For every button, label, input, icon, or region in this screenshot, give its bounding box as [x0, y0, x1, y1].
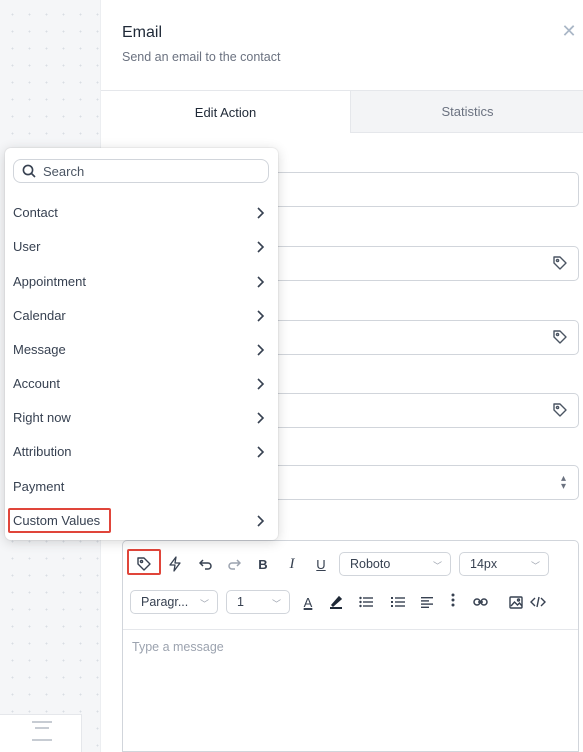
menu-item-right-now[interactable]: Right now: [5, 403, 278, 433]
font-size-value: 14px: [470, 557, 498, 571]
editor-toolbar-row-2: Paragr... ﹀ 1 ﹀ A: [123, 589, 578, 619]
chevron-right-icon: [257, 310, 265, 322]
text-color-button[interactable]: A: [298, 591, 318, 613]
tag-icon[interactable]: [552, 402, 568, 418]
chevron-down-icon: ﹀: [432, 561, 442, 571]
highlight-pen-icon[interactable]: [326, 591, 346, 613]
menu-item-user[interactable]: User: [5, 232, 278, 262]
menu-item-appointment[interactable]: Appointment: [5, 267, 278, 297]
bold-button[interactable]: B: [253, 553, 273, 575]
menu-item-attribution[interactable]: Attribution: [5, 437, 278, 467]
chevron-right-icon: [257, 515, 265, 527]
chevron-up-down-icon: ▴ ▾: [560, 473, 566, 492]
chevron-right-icon: [257, 241, 265, 253]
lightning-icon[interactable]: [165, 553, 185, 575]
font-family-select[interactable]: Roboto ﹀: [339, 552, 451, 576]
menu-item-label: Appointment: [13, 274, 86, 289]
message-editor[interactable]: B I U Roboto ﹀ 14px ﹀ Paragr... ﹀ 1 ﹀ A: [122, 540, 579, 752]
menu-item-message[interactable]: Message: [5, 335, 278, 365]
redo-icon[interactable]: [224, 553, 244, 575]
panel-subtitle: Send an email to the contact: [122, 50, 281, 64]
chevron-down-icon: ﹀: [271, 599, 281, 609]
menu-item-label: User: [13, 239, 41, 254]
dropdown-search-input[interactable]: Search: [13, 159, 269, 183]
editor-divider: [123, 629, 578, 630]
from-email-field[interactable]: [261, 246, 579, 281]
code-view-icon[interactable]: [528, 591, 548, 613]
chevron-right-icon: [257, 446, 265, 458]
minimap-line: [32, 721, 52, 723]
undo-icon[interactable]: [196, 553, 216, 575]
menu-item-label: Contact: [13, 205, 58, 220]
canvas-minimap[interactable]: [0, 714, 82, 752]
font-size-select[interactable]: 14px ﹀: [459, 552, 549, 576]
more-vertical-icon[interactable]: [443, 589, 463, 611]
menu-item-account[interactable]: Account: [5, 369, 278, 399]
block-format-select[interactable]: Paragr... ﹀: [130, 590, 218, 614]
chevron-right-icon: [257, 276, 265, 288]
search-icon: [22, 164, 36, 178]
menu-item-contact[interactable]: Contact: [5, 198, 278, 228]
message-placeholder: Type a message: [132, 640, 224, 654]
chevron-right-icon: [257, 412, 265, 424]
image-icon[interactable]: [506, 591, 526, 613]
minimap-line: [32, 739, 52, 741]
font-family-value: Roboto: [350, 557, 391, 571]
chevron-right-icon: [257, 378, 265, 390]
tag-icon[interactable]: [133, 553, 155, 575]
minimap-line: [35, 727, 49, 729]
panel-title: Email: [122, 24, 163, 41]
custom-values-dropdown: Search Contact User Appointment Calendar…: [5, 148, 278, 540]
close-icon[interactable]: ✕: [560, 22, 578, 40]
underline-button[interactable]: U: [311, 553, 331, 575]
tab-bar: Edit Action Statistics: [101, 90, 583, 133]
chevron-down-icon: ﹀: [530, 561, 540, 571]
tag-icon[interactable]: [552, 329, 568, 345]
block-format-value: Paragr...: [141, 595, 189, 609]
menu-item-payment[interactable]: Payment: [5, 472, 278, 502]
menu-item-label: Account: [13, 376, 60, 391]
chevron-right-icon: [257, 344, 265, 356]
menu-item-label: Calendar: [13, 308, 66, 323]
from-name-field[interactable]: [261, 172, 579, 207]
numbered-list-icon[interactable]: [388, 591, 408, 613]
tab-statistics[interactable]: Statistics: [351, 90, 583, 133]
menu-item-label: Payment: [13, 479, 65, 494]
search-placeholder: Search: [43, 163, 85, 179]
bullet-list-icon[interactable]: [356, 591, 376, 613]
menu-item-label: Message: [13, 342, 66, 357]
line-height-value: 1: [237, 595, 244, 609]
tag-icon[interactable]: [552, 255, 568, 271]
editor-toolbar-row-1: B I U Roboto ﹀ 14px ﹀: [123, 549, 578, 581]
chevron-down-icon: ﹀: [199, 599, 209, 609]
highlight-box: [8, 508, 111, 533]
menu-item-label: Attribution: [13, 444, 72, 459]
menu-item-calendar[interactable]: Calendar: [5, 301, 278, 331]
template-select[interactable]: ▴ ▾: [261, 465, 579, 500]
tab-edit-action[interactable]: Edit Action: [101, 90, 351, 133]
subject-field[interactable]: [261, 393, 579, 428]
menu-item-label: Right now: [13, 410, 71, 425]
align-left-icon[interactable]: [417, 591, 437, 613]
chevron-right-icon: [257, 207, 265, 219]
line-height-select[interactable]: 1 ﹀: [226, 590, 290, 614]
italic-button[interactable]: I: [282, 553, 302, 575]
to-field[interactable]: [261, 320, 579, 355]
link-icon[interactable]: [470, 591, 490, 613]
